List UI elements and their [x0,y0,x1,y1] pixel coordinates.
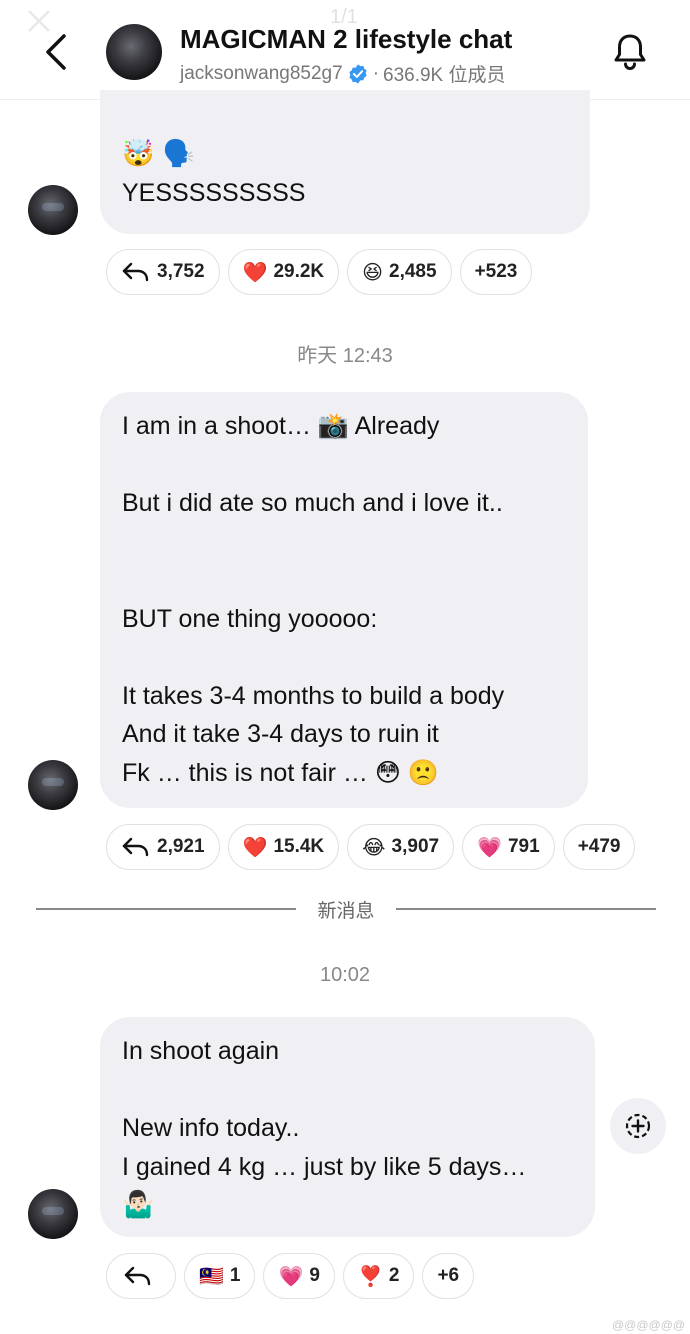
channel-title: MAGICMAN 2 lifestyle chat [180,24,513,54]
more-reactions-chip[interactable]: +6 [422,1253,475,1299]
new-messages-divider: 新消息 [36,901,656,922]
message-line: It takes 3-4 months to build a body [122,681,505,710]
reaction-chip[interactable]: 💗 9 [263,1253,335,1299]
reply-button[interactable] [106,1253,176,1299]
message-line: 🤯 🗣️ [122,139,196,169]
message-line: YESSSSSSSSS [122,178,306,207]
bell-icon[interactable] [610,30,650,74]
message-line: 🤷🏻‍♂️ [122,1190,155,1220]
message-line: In shoot again [122,1037,280,1065]
more-reactions-chip[interactable]: +479 [562,824,636,870]
reaction-count: 3,907 [391,836,440,857]
reply-icon [124,1266,151,1286]
reaction-count: 791 [507,836,540,857]
sender-avatar[interactable] [28,1189,78,1239]
reaction-count: +6 [437,1265,460,1286]
timestamp: 10:02 [319,964,371,986]
more-reactions-chip[interactable]: +523 [459,249,533,295]
verified-badge-icon [349,63,367,84]
reply-count-chip[interactable]: 3,752 [106,249,220,295]
sender-avatar[interactable] [28,760,78,810]
channel-subtitle: jacksonwang852g7 · 636.9K 位成员 [180,60,506,87]
reaction-bar: 🇲🇾 1 💗 9 ❣️ 2 +6 [106,1253,475,1299]
reaction-bar: 3,752 ❤️ 29.2K 😆 2,485 +523 [106,249,533,295]
subtitle-separator: · [372,62,380,84]
heart-emoji: ❤️ [242,835,268,859]
reaction-count: 2 [388,1265,400,1286]
message-line [122,523,566,562]
tears-of-joy-emoji: 😂 [362,835,386,859]
message-line [122,561,566,600]
message-line [122,1071,573,1110]
chat-header: 1/1 MAGICMAN 2 lifestyle chat jacksonwan… [0,0,690,100]
message-line [122,638,566,677]
message-line [122,446,566,485]
message-line: And it take 3-4 days to ruin it [122,720,439,748]
timestamp: 昨天 12:43 [297,345,393,367]
reaction-chip[interactable]: ❣️ 2 [342,1253,415,1299]
reaction-count: 2,921 [157,836,205,857]
message-bubble[interactable]: I am in a shoot… 📸 Already But i did ate… [100,392,588,808]
message-line: BUT one thing yooooo: [122,604,378,633]
reaction-chip[interactable]: 😆 2,485 [347,249,452,295]
message-line: New info today.. [122,1114,300,1142]
reply-icon [122,837,149,857]
channel-avatar[interactable] [106,24,162,80]
heart-emoji: ❤️ [242,260,268,284]
heart-exclamation-emoji: ❣️ [357,1264,383,1288]
member-count: 636.9K 位成员 [383,65,506,86]
reaction-count: 2,485 [389,261,437,282]
reaction-chip[interactable]: 😂 3,907 [347,824,455,870]
growing-heart-emoji: 💗 [477,835,502,859]
reaction-chip[interactable]: ❤️ 29.2K [227,249,340,295]
message-bubble[interactable]: 🤯 🗣️ YESSSSSSSSS [100,90,590,234]
reaction-count: 1 [229,1265,241,1286]
channel-handle[interactable]: jacksonwang852g7 [180,63,343,85]
add-reaction-icon [625,1113,651,1139]
watermark: @@@@@@ [612,1318,686,1332]
reaction-count: +523 [474,261,518,282]
reaction-chip[interactable]: ❤️ 15.4K [227,824,340,870]
reaction-chip[interactable]: 🇲🇾 1 [184,1253,256,1299]
message-line: But i did ate so much and i love it.. [122,489,503,517]
message-line: I am in a shoot… 📸 Already [122,412,440,440]
laughing-emoji: 😆 [362,260,384,284]
new-messages-label: 新消息 [317,901,375,922]
reply-icon [122,262,149,282]
reply-count-chip[interactable]: 2,921 [106,824,220,870]
add-reaction-button[interactable] [610,1098,666,1154]
message-line: I gained 4 kg … just by like 5 days… [122,1152,527,1181]
reaction-chip[interactable]: 💗 791 [462,824,555,870]
growing-heart-emoji: 💗 [278,1264,304,1288]
sender-avatar[interactable] [28,185,78,235]
malaysia-flag-emoji: 🇲🇾 [199,1264,224,1288]
message-bubble[interactable]: In shoot again New info today.. I gained… [100,1017,595,1237]
reaction-count: 3,752 [157,261,205,282]
back-arrow-icon[interactable] [38,30,78,74]
reaction-count: 9 [309,1265,320,1286]
message-line: Fk … this is not fair … 😳 🙁 [122,758,439,787]
reaction-bar: 2,921 ❤️ 15.4K 😂 3,907 💗 791 +479 [106,824,636,870]
reaction-count: 15.4K [273,836,325,857]
reaction-count: +479 [577,836,621,857]
reaction-count: 29.2K [273,261,325,282]
